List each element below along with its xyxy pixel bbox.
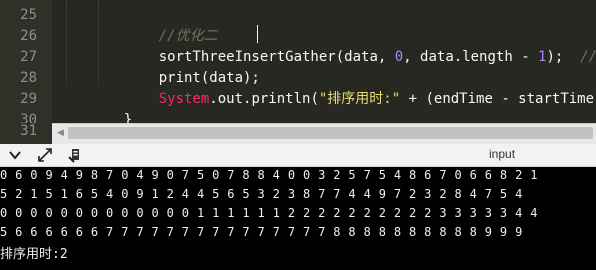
line-number: 31 [0,121,37,148]
line-number-gutter: 25 26 27 28 29 30 [0,0,52,123]
console-title: input [489,147,516,161]
code-comment: //推 [580,49,596,65]
clear-console-icon[interactable] [66,146,84,164]
output-line: 5 2 1 5 1 6 5 4 0 9 1 2 4 4 5 6 5 3 2 3 … [0,187,523,201]
code-text: (data, [335,49,395,65]
expand-icon[interactable] [36,146,54,164]
code-text: + (endTime - startTime) [400,91,596,107]
timing-output: 排序用时:2 [0,247,68,262]
string-literal: "排序用时:" [318,91,401,107]
chevron-down-icon[interactable] [6,146,24,164]
line-number: 29 [20,91,37,107]
indent-guide [98,0,99,84]
console-toolbar: input [0,144,596,167]
horizontal-scrollbar[interactable]: ◀ [52,123,596,144]
line-number: 26 [20,28,37,44]
output-line: 0 0 0 0 0 0 0 0 0 0 0 0 0 1 1 1 1 1 1 2 … [0,206,538,220]
code-editor[interactable]: 25 26 27 28 29 30 //优化二 sortThreeInsertG… [0,0,596,123]
line-number: 25 [20,7,37,23]
line-number: 27 [20,49,37,65]
text-cursor [257,25,258,43]
code-text: ); [546,49,581,65]
scrollbar-thumb[interactable] [68,127,593,139]
class-name: System [158,91,210,107]
console-output: 0 6 0 9 4 9 8 7 0 4 9 0 7 5 0 7 8 8 4 0 … [0,167,596,270]
number-literal: 0 [394,49,404,65]
output-line: 0 6 0 9 4 9 8 7 0 4 9 0 7 5 0 7 8 8 4 0 … [0,168,538,182]
scroll-left-arrow-icon[interactable]: ◀ [57,128,64,138]
code-line-28[interactable]: System.out.println("排序用时:" + (endTime - … [125,68,596,123]
indent-guide [66,0,67,84]
output-line: 5 6 6 6 6 6 6 7 7 7 7 7 7 7 7 7 7 7 7 7 … [0,225,523,239]
code-text: , data.length - [403,49,539,65]
code-text: } [123,112,133,123]
line-number: 28 [20,70,37,86]
code-line-29[interactable]: } [90,89,132,123]
code-text: .out.println( [209,91,319,107]
line-number-gutter-bottom: 31 [0,121,52,148]
